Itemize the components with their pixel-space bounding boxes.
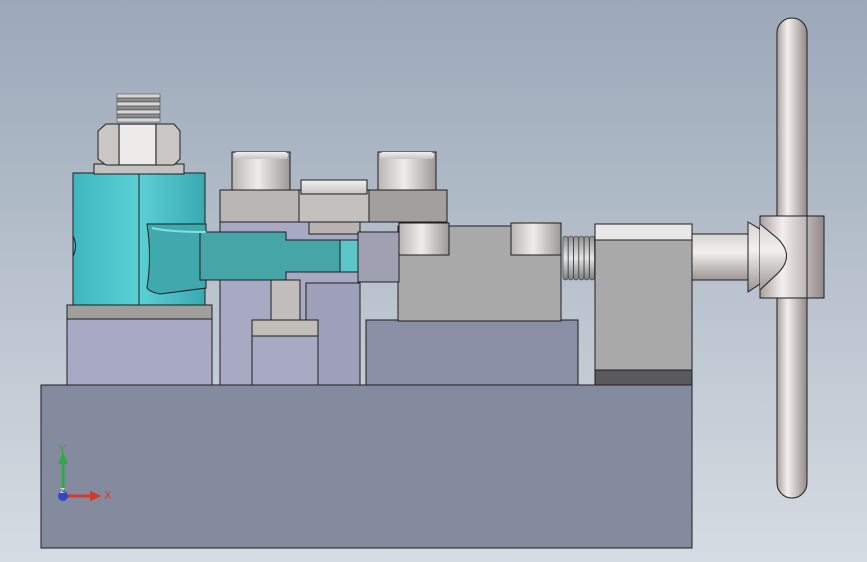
spring-coil <box>583 235 590 281</box>
stud-thread-ridge <box>116 113 161 119</box>
triad-z-label: Z <box>60 487 65 495</box>
support-post-collar <box>251 319 319 337</box>
spring-coil <box>562 235 569 281</box>
compression-spring <box>562 235 595 281</box>
lead-screw-rod[interactable] <box>691 233 753 281</box>
spring-coil <box>573 235 579 281</box>
screw-housing-body[interactable] <box>594 223 693 386</box>
pin-cap-right-top <box>380 152 434 159</box>
stud-thread-ridge <box>116 105 161 111</box>
stud-thread-ridge <box>116 109 161 115</box>
clamp-assembly-drawing[interactable]: Y X Z <box>0 0 867 562</box>
spring-coil <box>578 235 585 281</box>
base-plate[interactable] <box>40 384 693 549</box>
triad-x-label: X <box>104 489 112 502</box>
stud-thread-ridge <box>116 93 161 99</box>
pin-cap-center[interactable] <box>300 179 368 195</box>
hex-nut-face-highlight <box>120 125 155 164</box>
screw-housing-cap <box>594 223 693 241</box>
jaw-pin-right[interactable] <box>510 222 562 256</box>
clamp-flange <box>66 304 213 320</box>
clamp-arm-tip <box>339 239 360 273</box>
jaw-body-step <box>357 231 400 283</box>
spring-coil <box>589 235 595 281</box>
cad-viewport[interactable]: Y X Z <box>0 0 867 562</box>
clamp-arm-head[interactable] <box>146 223 207 295</box>
stud-thread-ridge <box>116 97 161 103</box>
jaw-pin-left[interactable] <box>398 222 450 256</box>
screw-housing[interactable] <box>594 223 693 386</box>
pin-cap-left-top <box>234 152 288 159</box>
triad-y-label: Y <box>58 443 66 456</box>
support-post-base <box>251 335 319 386</box>
clamp-lower-housing[interactable] <box>66 317 213 386</box>
stud-thread-ridge <box>116 101 161 107</box>
support-post[interactable] <box>270 279 301 323</box>
center-top-bar-right <box>368 189 448 223</box>
threaded-stud <box>116 93 161 123</box>
center-top-bar-mid <box>298 189 370 223</box>
stud-thread-ridge <box>116 117 161 123</box>
jaw-lower-block[interactable] <box>365 319 579 386</box>
pin-cap-center-body <box>308 221 361 235</box>
spring-coil <box>567 235 574 281</box>
screw-housing-base <box>594 369 693 386</box>
